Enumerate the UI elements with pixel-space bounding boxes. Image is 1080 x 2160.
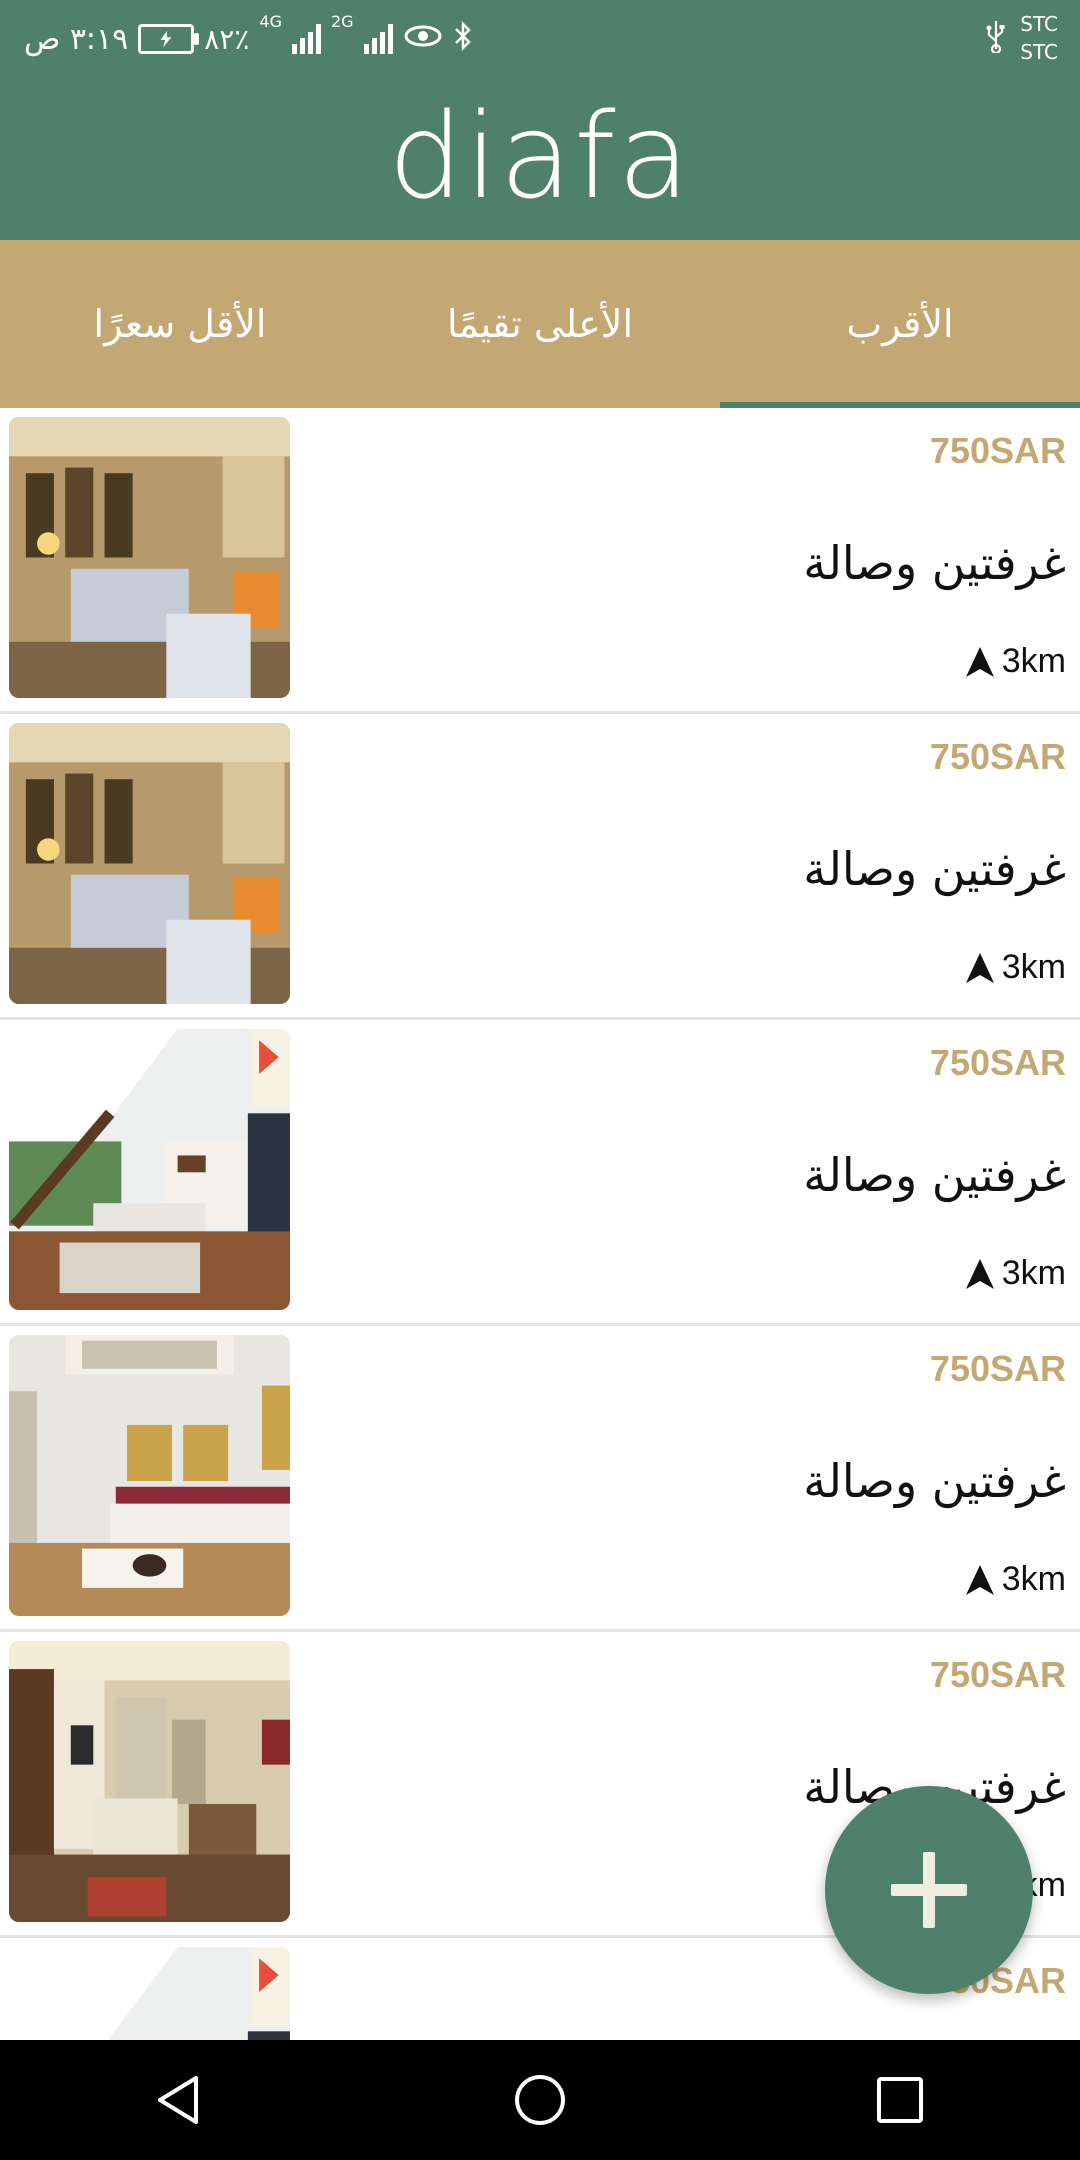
- distance-value: 3km: [1001, 1254, 1066, 1292]
- battery-charging-icon: [138, 24, 200, 54]
- navigation-arrow-icon: [965, 646, 994, 677]
- listing-price: 750SAR: [929, 1654, 1066, 1695]
- listing-distance: 3km: [965, 1560, 1066, 1599]
- listing-item[interactable]: 750SAR غرفتين وصالة 3km: [0, 1326, 1080, 1632]
- bluetooth-icon: [453, 20, 473, 58]
- listing-item[interactable]: 750SAR غرفتين وصالة 3km: [0, 408, 1080, 714]
- listing-price: 750SAR: [929, 736, 1066, 777]
- navigation-arrow-icon: [965, 1564, 994, 1595]
- eye-icon: [403, 23, 443, 56]
- listing-photo: [9, 1335, 290, 1616]
- recents-square-icon: [877, 2077, 923, 2123]
- listing-distance: 3km: [965, 948, 1066, 987]
- listing-photo: [9, 723, 290, 1004]
- app-bar: diafa: [0, 78, 1080, 240]
- system-nav-bar: [0, 2040, 1080, 2160]
- listing-title: غرفتين وصالة: [803, 536, 1066, 590]
- carrier-1: STC: [1020, 12, 1058, 36]
- navigation-arrow-icon: [965, 1258, 994, 1289]
- status-bar: ٣:١٩ ص ٨٢٪ 4G 2G STC STC: [0, 0, 1080, 78]
- carrier-2: STC: [1020, 40, 1058, 64]
- back-triangle-icon: [158, 2076, 198, 2124]
- tab-nearest[interactable]: الأقرب: [720, 240, 1080, 408]
- clock: ٣:١٩ ص: [24, 21, 129, 57]
- listing-photo: [9, 1947, 290, 2040]
- recents-button[interactable]: [840, 2040, 960, 2160]
- home-circle-icon: [515, 2075, 565, 2125]
- listing-price: 750SAR: [929, 1042, 1066, 1083]
- home-button[interactable]: [480, 2040, 600, 2160]
- carrier-names: STC STC: [1020, 10, 1058, 66]
- signal-icon: [291, 24, 321, 54]
- listing-distance: 3km: [965, 642, 1066, 681]
- battery-level: ٨٢٪: [204, 22, 250, 56]
- listing-title: غرفتين وصالة: [803, 1454, 1066, 1508]
- listing-photo: [9, 1641, 290, 1922]
- listing-photo: [9, 417, 290, 698]
- listing-price: 750SAR: [929, 1348, 1066, 1389]
- distance-value: 3km: [1001, 948, 1066, 986]
- listing-distance: 3km: [965, 1254, 1066, 1293]
- sort-tabs: الأقل سعرًا الأعلى تقيمًا الأقرب: [0, 240, 1080, 408]
- listing-item[interactable]: 750SAR غرفتين وصالة 3km: [0, 714, 1080, 1020]
- network-type-2: 2G: [330, 12, 354, 31]
- listing-title: غرفتين وصالة: [803, 842, 1066, 896]
- tab-lowest-price[interactable]: الأقل سعرًا: [0, 240, 360, 408]
- tab-highest-rated[interactable]: الأعلى تقيمًا: [360, 240, 720, 408]
- listing-item[interactable]: 750SAR غرفتين وصالة 3km: [0, 1020, 1080, 1326]
- distance-value: 3km: [1001, 642, 1066, 680]
- back-button[interactable]: [120, 2040, 240, 2160]
- listing-title: غرفتين وصالة: [803, 1148, 1066, 1202]
- navigation-arrow-icon: [965, 952, 994, 983]
- signal-icon-2: [363, 24, 393, 54]
- add-listing-button[interactable]: [825, 1786, 1033, 1994]
- listing-photo: [9, 1029, 290, 1310]
- listing-price: 750SAR: [929, 430, 1066, 471]
- network-type-1: 4G: [259, 12, 282, 31]
- app-logo: diafa: [388, 87, 692, 225]
- usb-icon: [986, 19, 1006, 58]
- status-left-group: ٣:١٩ ص ٨٢٪ 4G 2G: [24, 12, 473, 62]
- plus-icon: [891, 1852, 967, 1928]
- distance-value: 3km: [1001, 1560, 1066, 1598]
- status-right-group: STC STC: [986, 8, 1058, 68]
